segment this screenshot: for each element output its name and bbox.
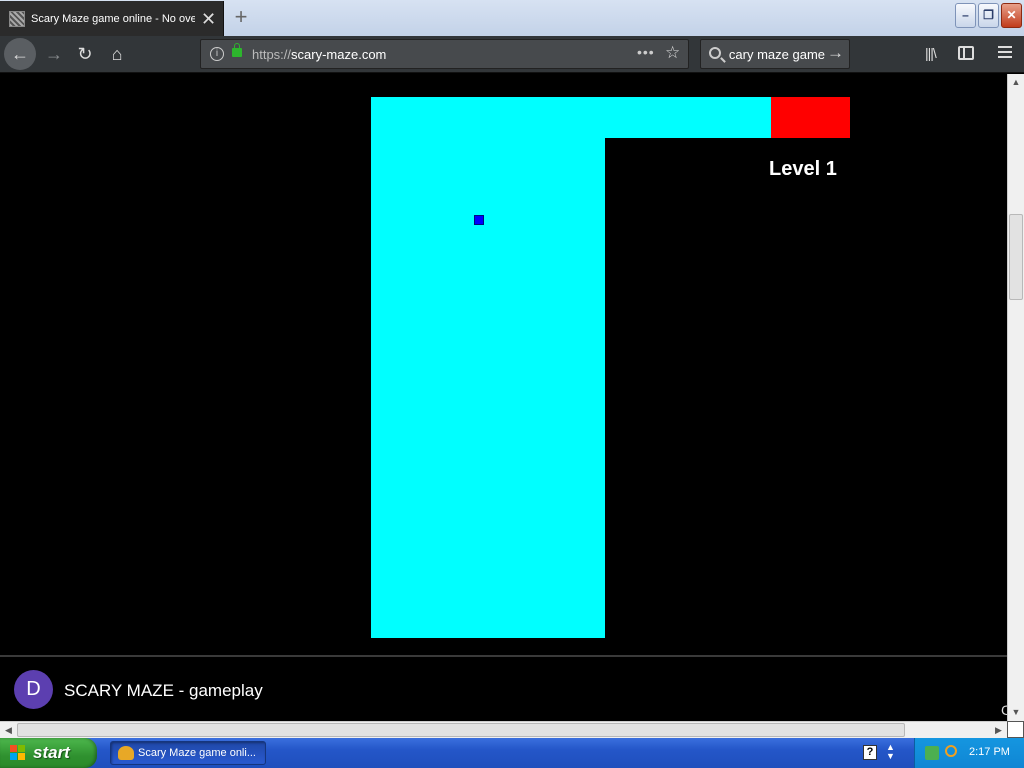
taskbar: start Scary Maze game onli... ? ▲ ▼ 2:17 …: [0, 738, 1024, 768]
start-label: start: [33, 743, 70, 762]
restore-button[interactable]: ❐: [978, 3, 999, 28]
browser-tab[interactable]: Scary Maze game online - No over ✕: [0, 1, 224, 36]
tab-close-icon[interactable]: ✕: [201, 10, 216, 28]
hamburger-menu-icon[interactable]: [998, 46, 1012, 58]
bookmark-star-icon[interactable]: ☆: [665, 43, 680, 63]
new-tab-button[interactable]: +: [228, 4, 254, 30]
site-info-icon[interactable]: i: [210, 47, 224, 61]
maze-path-vertical[interactable]: [371, 97, 605, 638]
scroll-right-icon[interactable]: ▶: [990, 722, 1007, 738]
tab-strip: Scary Maze game online - No over ✕ + – ❐…: [0, 0, 1024, 36]
page-content: Level 1 D SCARY MAZE - gameplay C: [0, 74, 1007, 721]
url-text[interactable]: https://scary-maze.com: [252, 47, 386, 62]
maze-goal[interactable]: [771, 97, 850, 138]
scroll-down-icon[interactable]: ▼: [1008, 704, 1024, 721]
page-actions-icon[interactable]: •••: [637, 44, 655, 60]
scroll-left-icon[interactable]: ◀: [0, 722, 17, 738]
search-icon: [709, 47, 721, 59]
minimize-button[interactable]: –: [955, 3, 976, 28]
taskbar-item-label: Scary Maze game onli...: [138, 747, 256, 759]
help-icon[interactable]: ?: [863, 745, 877, 760]
video-info-bar: D SCARY MAZE - gameplay C: [0, 655, 1007, 721]
player-dot[interactable]: [474, 215, 484, 225]
taskbar-item-browser[interactable]: Scary Maze game onli...: [110, 741, 266, 765]
windows-logo-icon: [10, 745, 26, 761]
channel-avatar[interactable]: D: [14, 670, 53, 709]
vertical-scroll-thumb[interactable]: [1009, 214, 1023, 300]
level-label: Level 1: [769, 158, 837, 180]
search-input[interactable]: scary maze game: [729, 47, 825, 62]
system-tray: 2:17 PM: [914, 738, 1024, 768]
video-title[interactable]: SCARY MAZE - gameplay: [64, 681, 263, 701]
tray-search-icon[interactable]: [945, 745, 957, 757]
vertical-scrollbar[interactable]: ▲ ▼: [1007, 74, 1024, 721]
forward-button[interactable]: →: [39, 39, 69, 69]
reload-button[interactable]: ↻: [70, 39, 100, 69]
scroll-up-icon[interactable]: ▲: [1008, 74, 1024, 91]
sidebar-icon[interactable]: [958, 46, 974, 60]
lock-icon: [232, 43, 242, 57]
home-button[interactable]: ⌂: [102, 39, 132, 69]
browser-app-icon: [118, 746, 134, 760]
clock: 2:17 PM: [969, 746, 1010, 758]
navigation-bar: ← → ↻ ⌂ i https://scary-maze.com ••• ☆ s…: [0, 36, 1024, 73]
tray-arrows-icon[interactable]: ▲ ▼: [886, 743, 895, 761]
library-icon[interactable]: |||\: [925, 45, 937, 61]
scrollbar-corner: [1007, 721, 1024, 738]
tab-title: Scary Maze game online - No over: [31, 12, 195, 25]
close-window-button[interactable]: ✕: [1001, 3, 1022, 28]
search-bar[interactable]: scary maze game →: [700, 39, 850, 69]
search-go-icon[interactable]: →: [827, 43, 844, 63]
favicon-icon: [9, 10, 25, 27]
back-button[interactable]: ←: [4, 38, 36, 70]
url-bar[interactable]: i https://scary-maze.com ••• ☆: [200, 39, 689, 69]
horizontal-scrollbar[interactable]: ◀ ▶: [0, 721, 1007, 738]
horizontal-scroll-thumb[interactable]: [17, 723, 905, 737]
network-icon[interactable]: [925, 746, 939, 760]
start-button[interactable]: start: [0, 738, 97, 768]
